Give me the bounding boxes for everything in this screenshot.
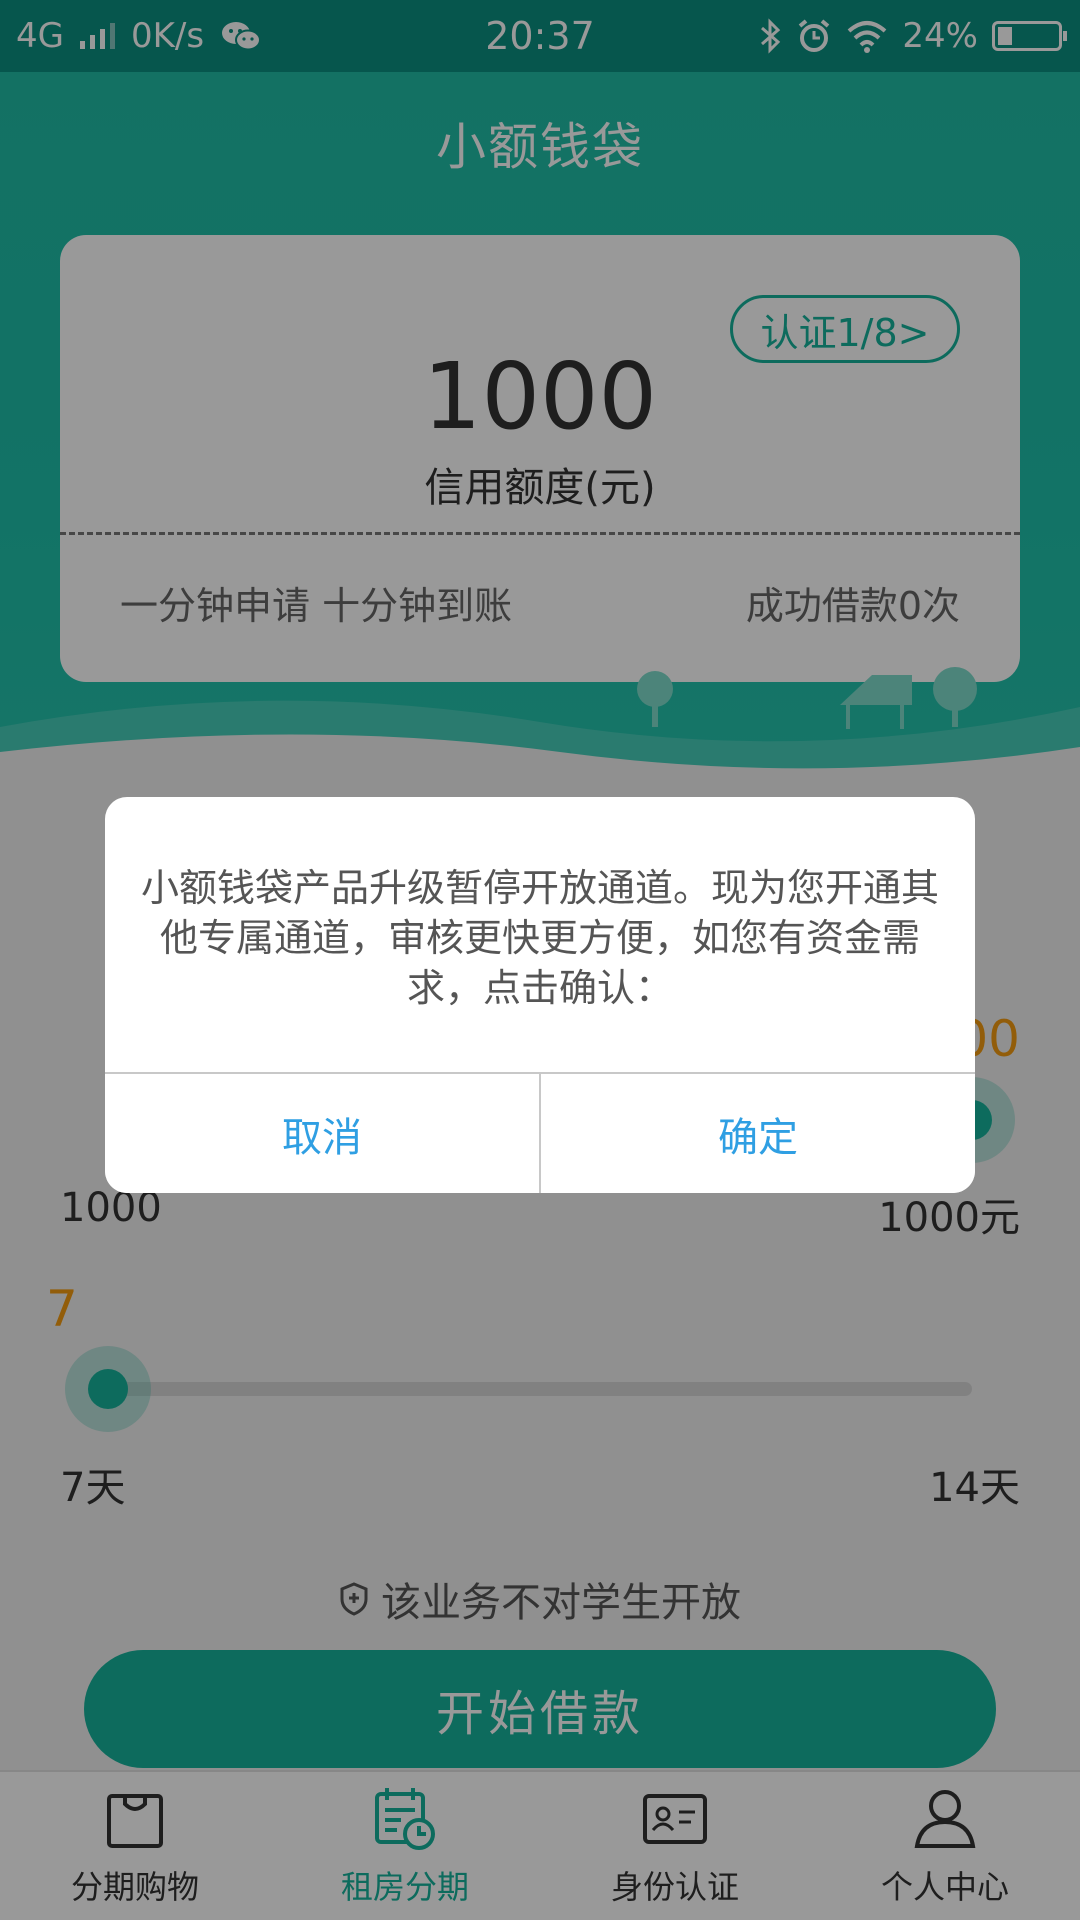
dialog-message: 小额钱袋产品升级暂停开放通道。现为您开通其他专属通道，审核更快更方便，如您有资金… xyxy=(140,866,939,1010)
upgrade-dialog: 小额钱袋产品升级暂停开放通道。现为您开通其他专属通道，审核更快更方便，如您有资金… xyxy=(105,797,975,1193)
dialog-cancel-button[interactable]: 取消 xyxy=(105,1074,541,1193)
dialog-confirm-button[interactable]: 确定 xyxy=(541,1074,975,1193)
dialog-buttons: 取消 确定 xyxy=(105,1074,975,1193)
